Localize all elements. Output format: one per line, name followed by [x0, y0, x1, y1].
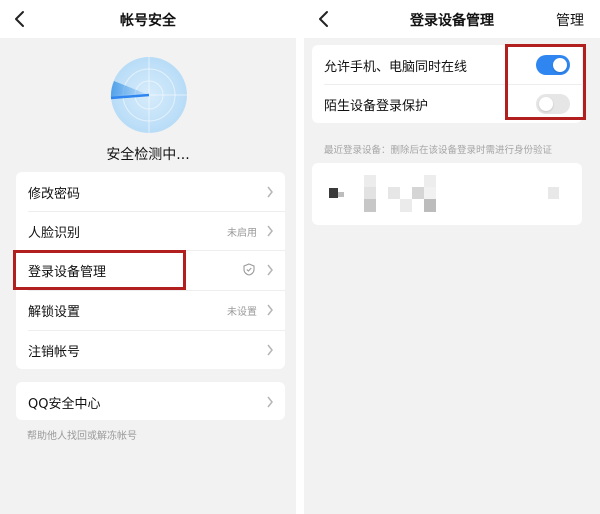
chevron-right-icon [267, 186, 273, 198]
menu-item-face-recognition[interactable]: 人脸识别 未启用 [16, 211, 285, 250]
chevron-right-icon [267, 344, 273, 356]
toggle-knob [539, 97, 553, 111]
multi-device-online-toggle[interactable] [536, 55, 570, 75]
recent-device-item[interactable] [312, 163, 582, 225]
menu-item-device-management[interactable]: 登录设备管理 [16, 250, 285, 289]
menu-item-qq-security-center[interactable]: QQ安全中心 [16, 382, 285, 421]
chevron-right-icon [267, 264, 273, 276]
chevron-right-icon [267, 225, 273, 237]
chevron-right-icon [267, 396, 273, 408]
menu-item-label: 注销帐号 [28, 345, 81, 360]
toggle-label: 陌生设备登录保护 [324, 99, 429, 114]
unknown-device-protection-toggle[interactable] [536, 94, 570, 114]
menu-item-status: 未设置 [227, 307, 257, 318]
toggle-row-multi-device: 允许手机、电脑同时在线 [312, 45, 582, 84]
chevron-right-icon [267, 304, 273, 316]
toggle-label: 允许手机、电脑同时在线 [324, 60, 468, 75]
nav-bar: 帐号安全 [0, 0, 296, 38]
scan-status-text: 安全检测中... [106, 147, 190, 163]
menu-item-label: 登录设备管理 [28, 265, 107, 280]
menu-item-status: 未启用 [227, 228, 257, 239]
device-management-screen: 登录设备管理 管理 允许手机、电脑同时在线 陌生设备登录保护 最近登录设备：删除… [304, 0, 600, 514]
account-security-screen: 帐号安全 安全检测中... 修改密码 人脸识别 未启用 登录设备管理 解锁设置 … [0, 0, 296, 514]
login-settings-card: 允许手机、电脑同时在线 陌生设备登录保护 [312, 45, 582, 123]
security-menu-card: 修改密码 人脸识别 未启用 登录设备管理 解锁设置 未设置 注销帐号 [16, 172, 285, 369]
manage-button[interactable]: 管理 [556, 10, 584, 30]
menu-item-label: 修改密码 [28, 187, 81, 202]
nav-bar: 登录设备管理 管理 [304, 0, 600, 38]
toggle-knob [553, 58, 567, 72]
pixelated-device-info [329, 175, 559, 212]
menu-item-change-password[interactable]: 修改密码 [16, 172, 285, 211]
radar-scan-icon [110, 57, 187, 133]
menu-item-cancel-account[interactable]: 注销帐号 [16, 330, 285, 369]
page-title: 帐号安全 [120, 13, 176, 29]
menu-item-label: 人脸识别 [28, 226, 81, 241]
qq-security-center-card: QQ安全中心 [16, 382, 285, 420]
menu-item-unlock-settings[interactable]: 解锁设置 未设置 [16, 290, 285, 329]
menu-item-label: QQ安全中心 [28, 397, 101, 412]
toggle-row-unknown-device: 陌生设备登录保护 [312, 84, 582, 123]
help-text: 帮助他人找回或解冻帐号 [27, 431, 137, 442]
menu-item-label: 解锁设置 [28, 305, 81, 320]
shield-icon [243, 263, 255, 276]
recent-devices-hint: 最近登录设备：删除后在该设备登录时需进行身份验证 [324, 145, 553, 156]
